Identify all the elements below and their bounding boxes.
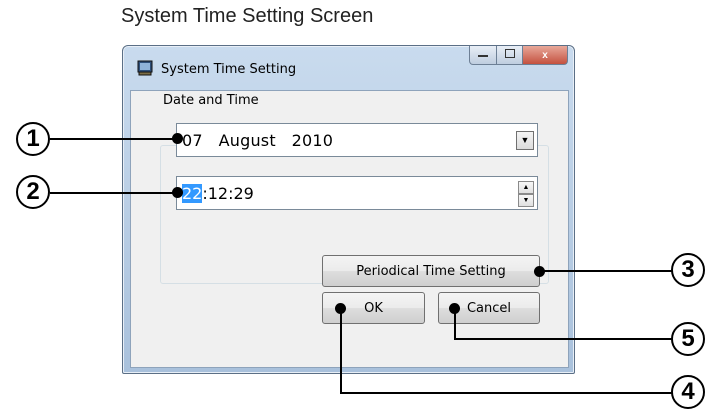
date-picker[interactable]: 07 August 2010 ▼ (176, 123, 538, 157)
spin-down-icon[interactable]: ▼ (518, 194, 534, 207)
callout-4: 4 (671, 375, 705, 409)
callout-5-leader-v (454, 307, 456, 339)
callout-5: 5 (671, 322, 705, 356)
window-title: System Time Setting (161, 62, 297, 77)
callout-3-leader (540, 270, 672, 272)
page-caption: System Time Setting Screen (121, 5, 374, 27)
close-button[interactable]: x (523, 46, 568, 65)
spin-up-icon[interactable]: ▲ (518, 181, 534, 194)
callout-3: 3 (671, 253, 705, 287)
periodical-time-setting-button[interactable]: Periodical Time Setting (322, 255, 540, 287)
callout-2-dot (172, 187, 183, 198)
maximize-icon (504, 49, 515, 61)
callout-4-leader-h (340, 392, 672, 394)
group-label: Date and Time (160, 93, 262, 108)
callout-1-dot (172, 133, 183, 144)
minimize-button[interactable] (469, 46, 497, 65)
time-picker[interactable]: 22:12:29 ▲ ▼ (176, 176, 538, 210)
callout-4-leader-v (340, 307, 342, 394)
maximize-button[interactable] (497, 46, 523, 65)
app-window-icon (137, 60, 153, 76)
callout-2-leader (50, 192, 176, 194)
time-minutes-seconds: :12:29 (202, 184, 254, 203)
date-value: 07 August 2010 (182, 131, 334, 150)
title-bar[interactable]: System Time Setting x (123, 46, 574, 90)
callout-1: 1 (16, 122, 50, 156)
close-icon: x (542, 49, 548, 61)
minimize-icon (478, 50, 488, 61)
callout-1-leader (50, 138, 176, 140)
chevron-down-icon[interactable]: ▼ (516, 131, 534, 150)
time-hour-selected[interactable]: 22 (182, 184, 203, 203)
callout-5-leader-h (454, 338, 672, 340)
time-value: 22:12:29 (182, 184, 254, 203)
callout-2: 2 (16, 175, 50, 209)
